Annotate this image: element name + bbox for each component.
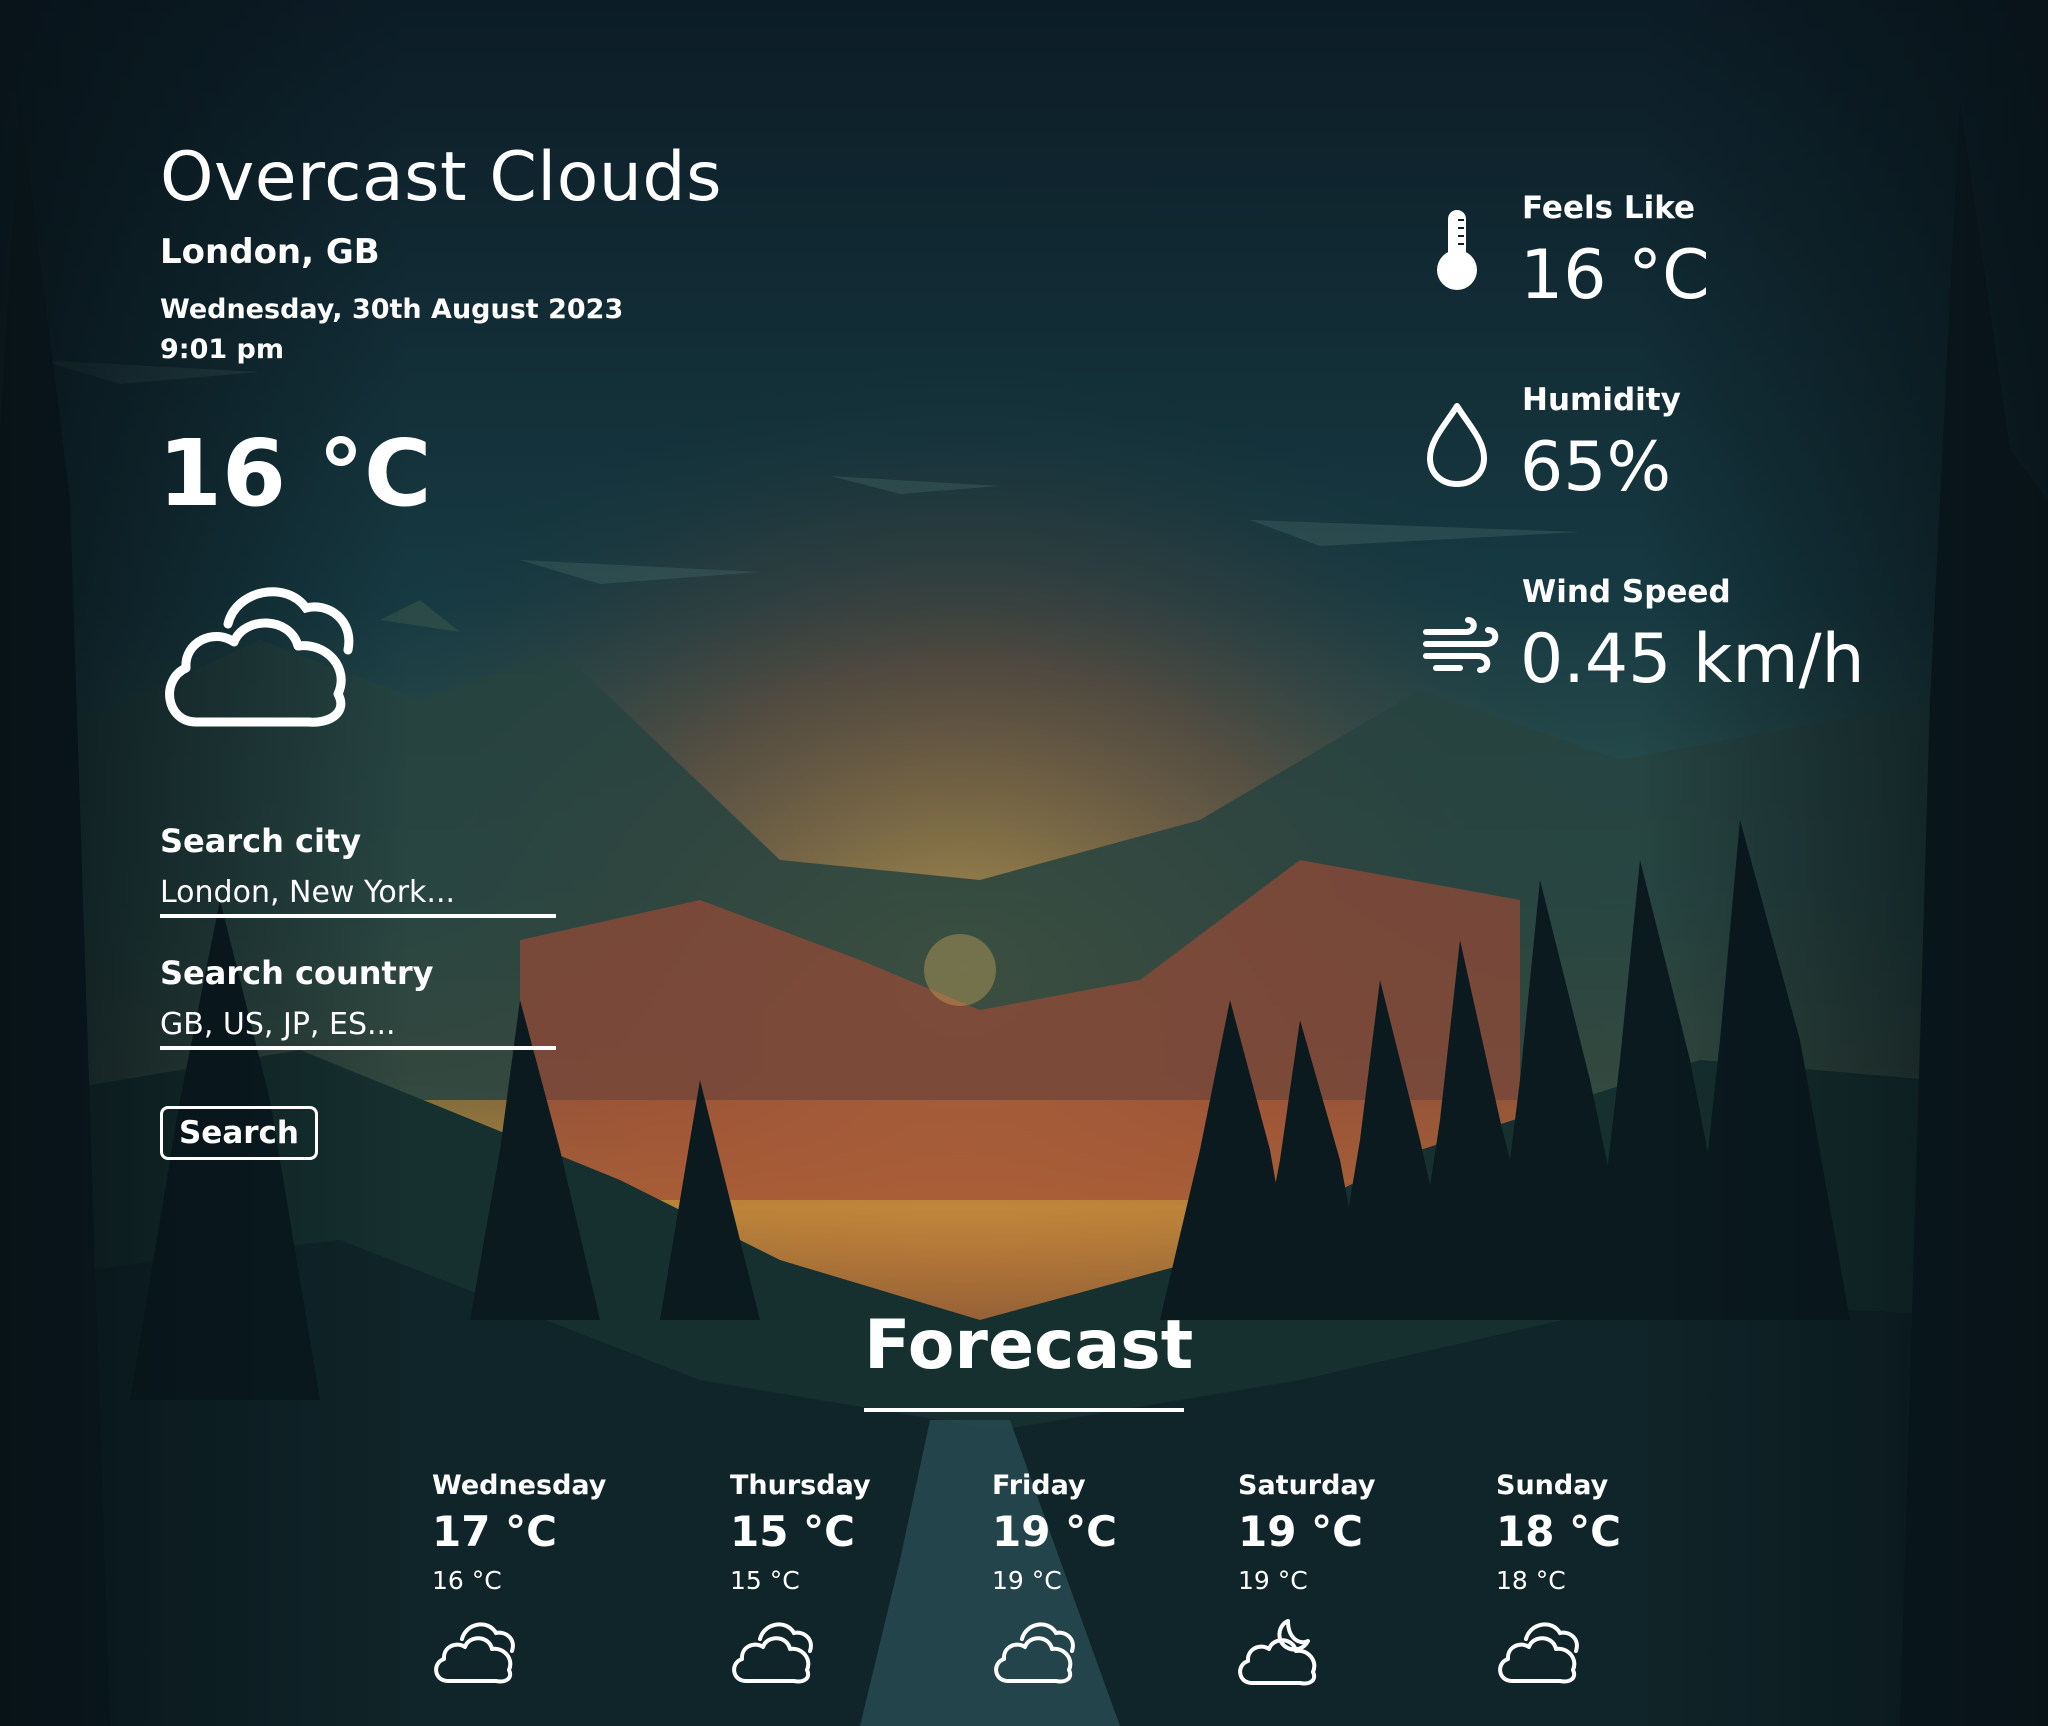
thermometer-icon	[1437, 210, 1477, 290]
forecast-max-temp: 15 °C	[730, 1507, 855, 1556]
search-button[interactable]: Search	[160, 1106, 318, 1160]
water-drop-icon	[1427, 403, 1487, 487]
humidity-value: 65%	[1520, 428, 1672, 507]
wind-speed-label: Wind Speed	[1522, 574, 1731, 610]
search-country-input[interactable]	[160, 1002, 556, 1050]
humidity-label: Humidity	[1522, 382, 1681, 418]
forecast-day-name: Saturday	[1238, 1470, 1376, 1501]
location-label: London, GB	[160, 232, 380, 272]
weather-app: Overcast Clouds London, GB Wednesday, 30…	[0, 0, 2048, 1726]
forecast-min-temp: 19 °C	[992, 1566, 1062, 1595]
forecast-max-temp: 19 °C	[992, 1507, 1117, 1556]
cloudy-moon-icon	[1238, 1619, 1317, 1686]
forecast-min-temp: 16 °C	[432, 1566, 502, 1595]
forecast-day-name: Friday	[992, 1470, 1086, 1501]
forecast-day-name: Wednesday	[432, 1470, 607, 1501]
cloudy-icon	[994, 1622, 1075, 1684]
forecast-underline	[864, 1408, 1184, 1412]
forecast-day-name: Sunday	[1496, 1470, 1609, 1501]
forecast-day: Wednesday 17 °C 16 °C	[432, 1470, 606, 1691]
feels-like-label: Feels Like	[1522, 190, 1696, 226]
date-label: Wednesday, 30th August 2023	[160, 294, 624, 325]
search-city-label: Search city	[160, 822, 362, 860]
search-country-label: Search country	[160, 954, 434, 992]
condition-title: Overcast Clouds	[160, 138, 722, 217]
forecast-max-temp: 18 °C	[1496, 1507, 1621, 1556]
forecast-day: Saturday 19 °C 19 °C	[1238, 1470, 1375, 1691]
forecast-title: Forecast	[864, 1306, 1194, 1385]
wind-speed-value: 0.45 km/h	[1520, 620, 1865, 699]
search-city-input[interactable]	[160, 870, 556, 918]
cloudy-icon	[1498, 1622, 1579, 1684]
forecast-min-temp: 15 °C	[730, 1566, 800, 1595]
forecast-max-temp: 17 °C	[432, 1507, 557, 1556]
forecast-day: Friday 19 °C 19 °C	[992, 1470, 1117, 1691]
wind-icon	[1423, 617, 1499, 673]
forecast-day: Sunday 18 °C 18 °C	[1496, 1470, 1621, 1691]
current-temperature: 16 °C	[158, 420, 432, 527]
feels-like-value: 16 °C	[1520, 236, 1710, 315]
cloudy-icon	[165, 587, 354, 727]
forecast-max-temp: 19 °C	[1238, 1507, 1363, 1556]
forecast-day-name: Thursday	[730, 1470, 871, 1501]
forecast-min-temp: 18 °C	[1496, 1566, 1566, 1595]
cloudy-icon	[434, 1622, 515, 1684]
forecast-day: Thursday 15 °C 15 °C	[730, 1470, 871, 1691]
cloudy-icon	[732, 1622, 813, 1684]
time-label: 9:01 pm	[160, 334, 285, 365]
forecast-min-temp: 19 °C	[1238, 1566, 1308, 1595]
